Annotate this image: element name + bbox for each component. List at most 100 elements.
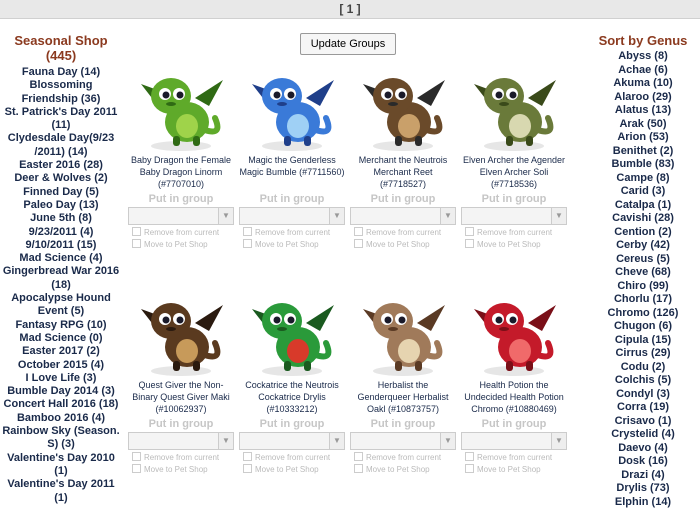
group-select[interactable]: ▼: [128, 432, 234, 450]
remove-from-current-checkbox[interactable]: Remove from current: [239, 452, 345, 464]
seasonal-shop-link[interactable]: Blossoming Friendship (36): [0, 79, 122, 106]
group-select[interactable]: ▼: [128, 207, 234, 225]
genus-link[interactable]: Crisavo (1): [586, 415, 700, 429]
seasonal-shop-link[interactable]: Apocalypse Hound Event (5): [0, 292, 122, 319]
genus-link[interactable]: Corra (19): [586, 401, 700, 415]
genus-link[interactable]: Codu (2): [586, 361, 700, 375]
genus-link[interactable]: Cheve (68): [586, 266, 700, 280]
seasonal-shop-link[interactable]: Mad Science (0): [0, 332, 122, 345]
genus-link[interactable]: Chromo (126): [586, 307, 700, 321]
genus-link[interactable]: Carid (3): [586, 185, 700, 199]
genus-link[interactable]: Colchis (5): [586, 374, 700, 388]
page-number-link[interactable]: [ 1 ]: [339, 2, 360, 16]
genus-link[interactable]: Achae (6): [586, 64, 700, 78]
genus-link[interactable]: Daevo (4): [586, 442, 700, 456]
group-select[interactable]: ▼: [239, 432, 345, 450]
pet-name[interactable]: Health Potion the Undecided Health Potio…: [461, 379, 567, 417]
remove-from-current-checkbox[interactable]: Remove from current: [128, 227, 234, 239]
seasonal-shop-link[interactable]: Fauna Day (14): [0, 66, 122, 79]
seasonal-shop-link[interactable]: 9/23/2011 (4): [0, 226, 122, 239]
quest-giver-icon[interactable]: [135, 287, 227, 379]
seasonal-shop-link[interactable]: Bamboo 2016 (4): [0, 412, 122, 425]
seasonal-shop-link[interactable]: St. Patrick's Day 2011 (11): [0, 106, 122, 133]
group-select[interactable]: ▼: [461, 207, 567, 225]
pet-name[interactable]: Quest Giver the Non-Binary Quest Giver M…: [128, 379, 234, 417]
genus-link[interactable]: Arak (50): [586, 118, 700, 132]
move-to-pet-shop-checkbox[interactable]: Move to Pet Shop: [239, 464, 345, 476]
seasonal-shop-link[interactable]: Deer & Wolves (2): [0, 172, 122, 185]
genus-link[interactable]: Benithet (2): [586, 145, 700, 159]
genus-link[interactable]: Drylis (73): [586, 482, 700, 496]
seasonal-shop-link[interactable]: Clydesdale Day(9/23 /2011) (14): [0, 132, 122, 159]
remove-from-current-checkbox[interactable]: Remove from current: [461, 452, 567, 464]
remove-from-current-checkbox[interactable]: Remove from current: [128, 452, 234, 464]
seasonal-shop-link[interactable]: Gingerbread War 2016 (18): [0, 265, 122, 292]
move-to-pet-shop-checkbox[interactable]: Move to Pet Shop: [461, 239, 567, 251]
seasonal-shop-link[interactable]: Fantasy RPG (10): [0, 319, 122, 332]
genus-link[interactable]: Campe (8): [586, 172, 700, 186]
pet-name[interactable]: Magic the Genderless Magic Bumble (#7711…: [239, 154, 345, 192]
genus-link[interactable]: Alaroo (29): [586, 91, 700, 105]
group-select[interactable]: ▼: [350, 432, 456, 450]
genus-link[interactable]: Bumble (83): [586, 158, 700, 172]
herbalist-icon[interactable]: [357, 287, 449, 379]
move-to-pet-shop-checkbox[interactable]: Move to Pet Shop: [350, 239, 456, 251]
seasonal-shop-link[interactable]: Bumble Day 2014 (3): [0, 385, 122, 398]
pet-name[interactable]: Cockatrice the Neutrois Cockatrice Dryli…: [239, 379, 345, 417]
blue-bumble-icon[interactable]: [246, 62, 338, 154]
elven-archer-icon[interactable]: [468, 62, 560, 154]
update-groups-button[interactable]: Update Groups: [300, 33, 396, 55]
seasonal-shop-link[interactable]: I Love Life (3): [0, 372, 122, 385]
group-select[interactable]: ▼: [239, 207, 345, 225]
genus-link[interactable]: Akuma (10): [586, 77, 700, 91]
remove-from-current-checkbox[interactable]: Remove from current: [239, 227, 345, 239]
move-to-pet-shop-checkbox[interactable]: Move to Pet Shop: [461, 464, 567, 476]
seasonal-shop-link[interactable]: Rainbow Sky (Season. S) (3): [0, 425, 122, 452]
genus-link[interactable]: Elphin (14): [586, 496, 700, 509]
genus-link[interactable]: Chugon (6): [586, 320, 700, 334]
health-potion-icon[interactable]: [468, 287, 560, 379]
seasonal-shop-link[interactable]: October 2015 (4): [0, 359, 122, 372]
pet-name[interactable]: Herbalist the Genderqueer Herbalist Oakl…: [350, 379, 456, 417]
pet-name[interactable]: Merchant the Neutrois Merchant Reet (#77…: [350, 154, 456, 192]
genus-link[interactable]: Cipula (15): [586, 334, 700, 348]
cockatrice-icon[interactable]: [246, 287, 338, 379]
genus-link[interactable]: Alatus (13): [586, 104, 700, 118]
seasonal-shop-link[interactable]: Valentine's Day 2011 (1): [0, 478, 122, 505]
seasonal-shop-link[interactable]: Finned Day (5): [0, 186, 122, 199]
seasonal-shop-link[interactable]: Easter 2017 (2): [0, 345, 122, 358]
genus-link[interactable]: Chiro (99): [586, 280, 700, 294]
pet-name[interactable]: Baby Dragon the Female Baby Dragon Linor…: [128, 154, 234, 192]
genus-link[interactable]: Cavishi (28): [586, 212, 700, 226]
move-to-pet-shop-checkbox[interactable]: Move to Pet Shop: [128, 464, 234, 476]
genus-link[interactable]: Cerby (42): [586, 239, 700, 253]
genus-link[interactable]: Abyss (8): [586, 50, 700, 64]
genus-link[interactable]: Catalpa (1): [586, 199, 700, 213]
seasonal-shop-link[interactable]: Concert Hall 2016 (18): [0, 398, 122, 411]
genus-link[interactable]: Dosk (16): [586, 455, 700, 469]
genus-link[interactable]: Crystelid (4): [586, 428, 700, 442]
merchant-reet-icon[interactable]: [357, 62, 449, 154]
genus-link[interactable]: Cention (2): [586, 226, 700, 240]
genus-link[interactable]: Cereus (5): [586, 253, 700, 267]
seasonal-shop-link[interactable]: 9/10/2011 (15): [0, 239, 122, 252]
remove-from-current-checkbox[interactable]: Remove from current: [461, 227, 567, 239]
group-select[interactable]: ▼: [350, 207, 456, 225]
seasonal-shop-link[interactable]: June 5th (8): [0, 212, 122, 225]
genus-link[interactable]: Arion (53): [586, 131, 700, 145]
move-to-pet-shop-checkbox[interactable]: Move to Pet Shop: [239, 239, 345, 251]
seasonal-shop-link[interactable]: Valentine's Day 2010 (1): [0, 452, 122, 479]
remove-from-current-checkbox[interactable]: Remove from current: [350, 227, 456, 239]
move-to-pet-shop-checkbox[interactable]: Move to Pet Shop: [128, 239, 234, 251]
genus-link[interactable]: Cirrus (29): [586, 347, 700, 361]
genus-link[interactable]: Chorlu (17): [586, 293, 700, 307]
seasonal-shop-link[interactable]: Paleo Day (13): [0, 199, 122, 212]
green-dragon-icon[interactable]: [135, 62, 227, 154]
pet-name[interactable]: Elven Archer the Agender Elven Archer So…: [461, 154, 567, 192]
move-to-pet-shop-checkbox[interactable]: Move to Pet Shop: [350, 464, 456, 476]
genus-link[interactable]: Drazi (4): [586, 469, 700, 483]
seasonal-shop-link[interactable]: Easter 2016 (28): [0, 159, 122, 172]
seasonal-shop-link[interactable]: Mad Science (4): [0, 252, 122, 265]
remove-from-current-checkbox[interactable]: Remove from current: [350, 452, 456, 464]
genus-link[interactable]: Condyl (3): [586, 388, 700, 402]
